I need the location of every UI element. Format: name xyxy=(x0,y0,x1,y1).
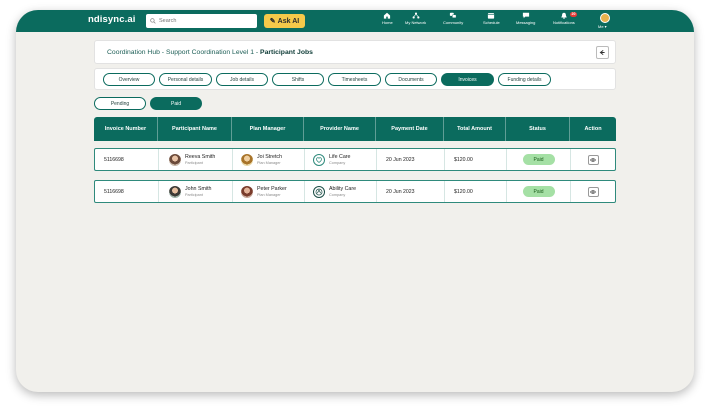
filter-paid[interactable]: Paid xyxy=(150,97,202,110)
app-window: ndisync.ai ✎ Ask AI Home My Network Comm… xyxy=(16,10,694,392)
col-participant-name: Participant Name xyxy=(158,117,232,141)
payment-date: 20 Jun 2023 xyxy=(377,181,445,202)
table-row: 5116698 Reeva Smith Participant Joi Stre… xyxy=(94,148,616,171)
participant-role: Participant xyxy=(185,161,203,165)
eye-icon xyxy=(590,157,596,162)
total-amount: $120.00 xyxy=(445,149,507,170)
nav-home-label: Home xyxy=(382,20,393,25)
plan-manager-name[interactable]: Joi Stretch xyxy=(257,154,282,160)
status-badge: Paid xyxy=(522,154,555,165)
provider-type: Company xyxy=(329,161,346,165)
back-arrow-icon xyxy=(599,50,605,55)
tab-personal-details[interactable]: Personal details xyxy=(159,73,212,86)
home-icon xyxy=(384,12,391,19)
participant-avatar xyxy=(169,185,181,198)
col-provider-name: Provider Name xyxy=(304,117,376,141)
col-action: Action xyxy=(584,126,602,132)
provider-name[interactable]: Life Care xyxy=(329,154,351,160)
search-icon xyxy=(150,18,156,24)
invoice-number: 5116698 xyxy=(95,181,159,202)
breadcrumb: Coordination Hub - Support Coordination … xyxy=(107,48,261,56)
participant-cell: Reeva Smith Participant xyxy=(159,149,233,170)
nav-schedule-label: Schedule xyxy=(483,20,500,25)
network-icon xyxy=(412,12,419,19)
provider-cell: Life Care Company xyxy=(305,149,377,170)
me-menu[interactable]: Me ▾ xyxy=(598,24,607,29)
plan-manager-avatar xyxy=(241,185,253,198)
nav-home[interactable]: Home xyxy=(382,12,393,31)
top-navbar: ndisync.ai ✎ Ask AI Home My Network Comm… xyxy=(16,10,694,32)
search-input[interactable] xyxy=(159,18,254,24)
status-badge: Paid xyxy=(522,186,555,197)
nav-community[interactable]: Community xyxy=(443,12,463,31)
nav-my-network[interactable]: My Network xyxy=(405,12,426,31)
plan-manager-name[interactable]: Peter Parker xyxy=(257,186,287,192)
nav-messaging[interactable]: Messaging xyxy=(516,12,535,31)
status-cell: Paid xyxy=(507,181,571,202)
community-icon xyxy=(449,12,457,19)
nav-my-network-label: My Network xyxy=(405,20,427,25)
nav-notifications-label: Notifications xyxy=(553,20,575,25)
ask-ai-button[interactable]: ✎ Ask AI xyxy=(264,14,305,28)
plan-manager-cell: Peter Parker Plan Manager xyxy=(233,181,305,202)
nav-community-label: Community xyxy=(443,20,464,25)
col-plan-manager: Plan Manager xyxy=(232,117,304,141)
ask-ai-label: Ask AI xyxy=(277,17,300,25)
table-row: 5116698 John Smith Participant Peter Par… xyxy=(94,180,616,203)
participant-name[interactable]: Reeva Smith xyxy=(185,154,215,160)
provider-logo-icon xyxy=(313,153,325,166)
eye-icon xyxy=(590,189,596,194)
col-total-amount: Total Amount xyxy=(444,117,506,141)
current-page: Participant Jobs xyxy=(260,48,313,56)
user-avatar[interactable] xyxy=(600,13,610,23)
notification-count-badge: 20 xyxy=(570,12,577,17)
job-tabs: Overview Personal details Job details Sh… xyxy=(94,68,616,90)
plan-manager-role: Plan Manager xyxy=(257,161,281,165)
action-cell xyxy=(571,149,615,170)
provider-cell: Ability Care Company xyxy=(305,181,377,202)
invoice-table-header: Invoice Number Participant Name Plan Man… xyxy=(94,117,616,141)
payment-date: 20 Jun 2023 xyxy=(377,149,445,170)
plan-manager-role: Plan Manager xyxy=(257,193,281,197)
col-invoice-number: Invoice Number xyxy=(94,117,158,141)
filter-pending[interactable]: Pending xyxy=(94,97,146,110)
col-payment-date: Payment Date xyxy=(376,117,444,141)
tab-job-details[interactable]: Job details xyxy=(216,73,268,86)
col-status: Status xyxy=(506,117,570,141)
invoice-number: 5116698 xyxy=(95,149,159,170)
page-title: Coordination Hub - Support Coordination … xyxy=(107,49,313,56)
back-button[interactable] xyxy=(596,46,609,59)
page-header: Coordination Hub - Support Coordination … xyxy=(94,40,616,64)
schedule-icon xyxy=(488,13,495,19)
search-box[interactable] xyxy=(146,14,257,28)
action-cell xyxy=(571,181,615,202)
tab-shifts[interactable]: Shifts xyxy=(272,73,324,86)
tab-invoices[interactable]: Invoices xyxy=(441,73,494,86)
tab-documents[interactable]: Documents xyxy=(385,73,437,86)
status-cell: Paid xyxy=(507,149,571,170)
brand-logo[interactable]: ndisync.ai xyxy=(88,14,135,25)
sparkle-icon: ✎ xyxy=(269,18,276,25)
total-amount: $120.00 xyxy=(445,181,507,202)
view-invoice-button[interactable] xyxy=(587,186,599,197)
tab-timesheets[interactable]: Timesheets xyxy=(328,73,381,86)
nav-messaging-label: Messaging xyxy=(516,20,536,25)
view-invoice-button[interactable] xyxy=(587,154,599,165)
provider-type: Company xyxy=(329,193,346,197)
provider-logo-icon xyxy=(313,185,325,198)
participant-avatar xyxy=(169,153,181,166)
participant-cell: John Smith Participant xyxy=(159,181,233,202)
nav-schedule[interactable]: Schedule xyxy=(483,12,500,31)
plan-manager-avatar xyxy=(241,153,253,166)
provider-name[interactable]: Ability Care xyxy=(329,186,356,192)
bell-icon xyxy=(561,12,567,19)
participant-role: Participant xyxy=(185,193,203,197)
plan-manager-cell: Joi Stretch Plan Manager xyxy=(233,149,305,170)
participant-name[interactable]: John Smith xyxy=(185,186,212,192)
tab-funding-details[interactable]: Funding details xyxy=(498,73,551,86)
tab-overview[interactable]: Overview xyxy=(103,73,155,86)
nav-notifications[interactable]: Notifications 20 xyxy=(553,12,577,31)
messaging-icon xyxy=(522,12,529,19)
